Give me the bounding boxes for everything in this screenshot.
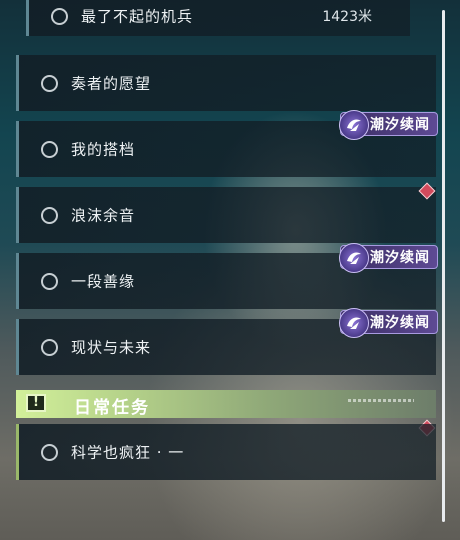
quest-list: 最了不起的机兵 1423米 奏者的愿望 我的搭档 浪沫余音 一段善缘 现状与未来…: [0, 0, 460, 540]
quest-label: 奏者的愿望: [71, 74, 152, 93]
quest-distance: 1423米: [322, 9, 372, 25]
tidal-emblem-icon: [339, 243, 369, 273]
alert-icon: !: [26, 394, 46, 412]
quest-label: 浪沫余音: [71, 206, 136, 225]
section-title: 日常任务: [74, 398, 150, 418]
tidal-tag: 潮汐续闻: [339, 243, 438, 273]
daily-section-header[interactable]: ! 日常任务: [16, 390, 436, 418]
quest-label: 一段善缘: [71, 272, 136, 291]
tidal-tag-label: 潮汐续闻: [370, 315, 430, 331]
quest-item[interactable]: 浪沫余音: [16, 187, 436, 243]
quest-status-circle-icon: [41, 338, 58, 356]
quest-status-circle-icon: [41, 443, 58, 461]
quest-label: 现状与未来: [71, 338, 152, 357]
quest-status-circle-icon: [41, 140, 58, 158]
header-decoration: [348, 399, 414, 402]
tidal-tag: 潮汐续闻: [339, 308, 438, 338]
quest-label: 我的搭档: [71, 140, 136, 159]
quest-status-circle-icon: [41, 74, 58, 92]
quest-label: 科学也疯狂 · 一: [71, 443, 185, 462]
quest-item[interactable]: 最了不起的机兵 1423米: [26, 0, 410, 36]
quest-status-circle-icon: [51, 7, 68, 25]
quest-item[interactable]: 科学也疯狂 · 一: [16, 424, 436, 480]
tidal-tag-label: 潮汐续闻: [370, 117, 430, 133]
quest-item[interactable]: 奏者的愿望: [16, 55, 436, 111]
quest-status-circle-icon: [41, 206, 58, 224]
tidal-tag: 潮汐续闻: [339, 110, 438, 140]
scrollbar[interactable]: [442, 10, 445, 522]
tidal-tag-label: 潮汐续闻: [370, 250, 430, 266]
quest-status-circle-icon: [41, 272, 58, 290]
tidal-emblem-icon: [339, 110, 369, 140]
quest-label: 最了不起的机兵: [81, 7, 194, 26]
tidal-emblem-icon: [339, 308, 369, 338]
